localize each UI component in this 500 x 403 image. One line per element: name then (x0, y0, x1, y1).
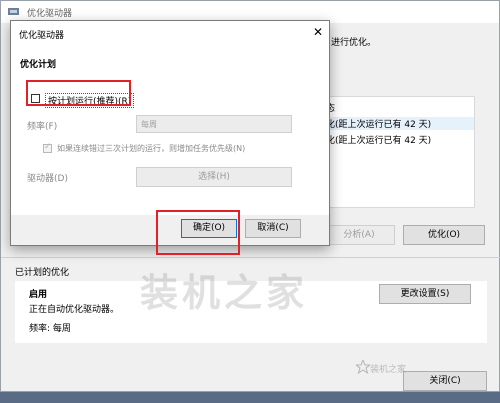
watermark: 装机之家 (140, 271, 309, 315)
increase-priority-checkbox[interactable] (43, 142, 52, 153)
schedule-frequency: 频率: 每周 (29, 324, 71, 334)
cancel-button[interactable]: 取消(C) (245, 219, 301, 238)
close-icon[interactable]: ✕ (313, 26, 323, 38)
dialog-titlebar: 优化驱动器 ✕ (11, 21, 329, 47)
divider (1, 257, 500, 258)
schedule-status: 启用 (29, 290, 48, 300)
highlight-box (26, 80, 131, 106)
optimize-button[interactable]: 优化(O) (403, 225, 485, 245)
scheduled-optimization-title: 已计划的优化 (15, 268, 70, 278)
parent-intro-text: 进行优化。 (331, 38, 377, 48)
highlight-box (156, 210, 240, 255)
list-item[interactable]: 化(距上次运行已有 42 天) (322, 117, 474, 130)
defrag-app-icon (8, 8, 19, 15)
section-title: 优化计划 (20, 60, 57, 70)
drive-status-list[interactable]: 态 化(距上次运行已有 42 天) 化(距上次运行已有 42 天) (321, 96, 475, 208)
analyze-button[interactable]: 分析(A) (323, 225, 395, 245)
parent-title: 优化驱动器 (27, 9, 73, 19)
dialog-title: 优化驱动器 (19, 31, 65, 41)
close-button[interactable]: 关闭(C) (403, 371, 487, 391)
frequency-value: 每周 (141, 120, 157, 129)
frequency-label: 频率(F) (27, 122, 58, 132)
schedule-description: 正在自动优化驱动器。 (29, 305, 120, 315)
logo-text: 装机之家 (370, 365, 407, 375)
dialog-body: 优化计划 按计划运行(推荐)(R) 频率(F) 每周 如果连续错过三次计划的运行… (11, 47, 329, 215)
star-logo-icon (356, 360, 370, 374)
choose-drives-button[interactable]: 选择(H) (136, 167, 292, 187)
drives-label: 驱动器(D) (27, 174, 68, 184)
frequency-select[interactable]: 每周 (136, 115, 292, 133)
list-item[interactable]: 化(距上次运行已有 42 天) (326, 133, 431, 146)
change-settings-button[interactable]: 更改设置(S) (379, 284, 471, 304)
increase-priority-label[interactable]: 如果连续错过三次计划的运行，则增加任务优先级(N) (57, 143, 245, 154)
